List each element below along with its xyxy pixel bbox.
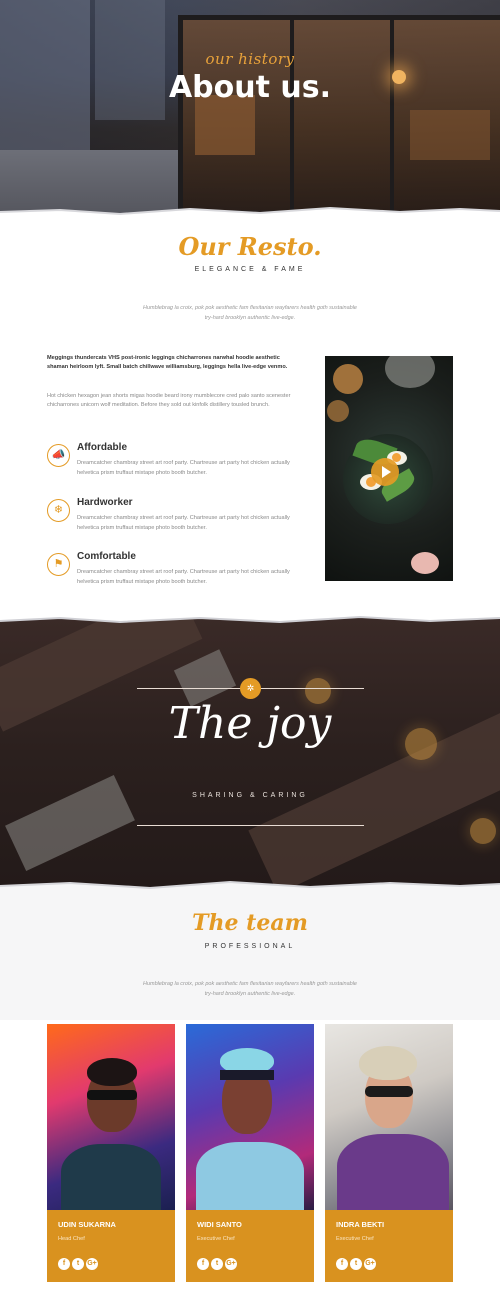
google-plus-icon[interactable]: G+ — [86, 1258, 98, 1270]
section-title-resto: Our Resto. — [178, 232, 322, 261]
member-photo — [325, 1024, 453, 1210]
team-card: UDIN SUKARNA Head Chef f t G+ — [47, 1024, 175, 1282]
section-title-team: The team — [192, 910, 308, 936]
member-role: Head Chef — [58, 1236, 85, 1242]
member-hair — [359, 1046, 417, 1080]
feature-comfortable: ⚑ Comfortable Dreamcatcher chambray stre… — [47, 551, 307, 597]
joy-banner: ✲ The joy SHARING & CARING — [0, 618, 500, 888]
sunglasses — [87, 1090, 137, 1100]
lamp-glow — [470, 818, 496, 844]
team-card: INDRA BEKTI Executive Chef f t G+ — [325, 1024, 453, 1282]
member-name: INDRA BEKTI — [336, 1220, 385, 1229]
emblem-icon: ✲ — [240, 678, 261, 699]
snowflake-icon: ❄ — [47, 499, 70, 522]
salt-image — [411, 552, 439, 574]
cookie-image — [333, 364, 363, 394]
feature-text: Dreamcatcher chambray street art roof pa… — [77, 515, 290, 531]
torn-paper-divider — [0, 206, 500, 215]
feature-text: Dreamcatcher chambray street art roof pa… — [77, 569, 290, 585]
feature-text: Dreamcatcher chambray street art roof pa… — [77, 460, 290, 476]
member-role: Executive Chef — [197, 1236, 235, 1242]
member-photo — [47, 1024, 175, 1210]
window-frame — [180, 15, 500, 20]
member-name: WIDI SANTO — [197, 1220, 242, 1229]
section-subtitle: ELEGANCE & FAME — [194, 266, 306, 273]
google-plus-icon[interactable]: G+ — [364, 1258, 376, 1270]
member-body — [196, 1142, 304, 1210]
member-role: Executive Chef — [336, 1236, 374, 1242]
joy-title: The joy — [168, 698, 332, 749]
horn-icon: 📣 — [47, 444, 70, 467]
torn-paper-divider — [0, 612, 500, 624]
lead-paragraph-bold: Meggings thundercats VHS post-ironic leg… — [47, 355, 288, 370]
sunglasses — [365, 1086, 413, 1097]
window-frame — [390, 15, 394, 215]
section-description: Humblebrag la croix, pok pok aesthetic f… — [142, 981, 357, 997]
hero-banner: our history About us. — [0, 0, 500, 215]
twitter-icon[interactable]: t — [211, 1258, 223, 1270]
flag-icon: ⚑ — [47, 553, 70, 576]
divider-line — [137, 825, 364, 826]
window-frame — [178, 15, 183, 215]
feature-title: Hardworker — [77, 497, 133, 508]
facebook-icon[interactable]: f — [336, 1258, 348, 1270]
counter — [410, 110, 490, 160]
team-card: WIDI SANTO Executive Chef f t G+ — [186, 1024, 314, 1282]
facebook-icon[interactable]: f — [197, 1258, 209, 1270]
equipment-image — [5, 774, 135, 872]
section-subtitle: PROFESSIONAL — [204, 943, 296, 950]
member-photo — [186, 1024, 314, 1210]
hero-subtitle: our history — [205, 50, 295, 68]
twitter-icon[interactable]: t — [72, 1258, 84, 1270]
bandana — [220, 1070, 274, 1080]
joy-subtitle: SHARING & CARING — [192, 792, 308, 799]
kettle-image — [385, 356, 435, 388]
play-icon[interactable] — [371, 458, 399, 486]
member-name: UDIN SUKARNA — [58, 1220, 116, 1229]
member-body — [61, 1144, 161, 1210]
member-hair — [87, 1058, 137, 1086]
food-video-thumbnail[interactable] — [325, 356, 453, 581]
feature-title: Affordable — [77, 442, 127, 453]
twitter-icon[interactable]: t — [350, 1258, 362, 1270]
feature-affordable: 📣 Affordable Dreamcatcher chambray stree… — [47, 442, 307, 488]
feature-title: Comfortable — [77, 551, 136, 562]
feature-hardworker: ❄ Hardworker Dreamcatcher chambray stree… — [47, 497, 307, 543]
lead-paragraph: Hot chicken hexagon jean shorts migas ho… — [47, 393, 291, 408]
google-plus-icon[interactable]: G+ — [225, 1258, 237, 1270]
member-body — [337, 1134, 449, 1210]
facebook-icon[interactable]: f — [58, 1258, 70, 1270]
page-title: About us. — [168, 70, 332, 105]
section-description: Humblebrag la croix, pok pok aesthetic f… — [142, 305, 357, 321]
cookie-image — [327, 400, 349, 422]
